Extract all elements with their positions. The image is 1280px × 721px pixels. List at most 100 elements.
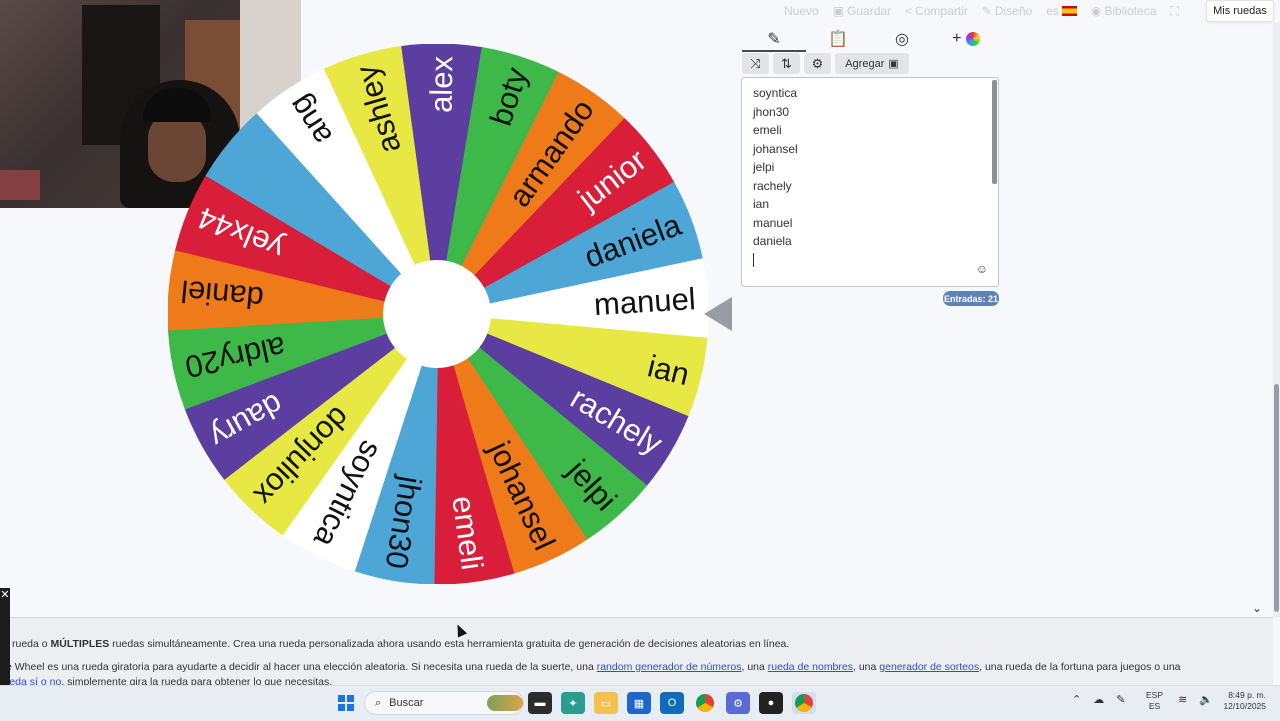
taskbar-search-placeholder: Buscar [389,697,424,709]
entries-list: soyntica jhon30 emeli johansel jelpi rachely i… [753,84,798,269]
desc-sep1: , una [741,661,768,673]
close-icon[interactable]: ✕ [0,588,10,685]
page-scrollbar[interactable] [1273,22,1280,617]
language-indicator[interactable]: ESP ES [1146,690,1163,712]
entry-item: manuel [753,215,793,230]
tab-edit[interactable]: ✎ [742,28,806,52]
wheel-slice-label: daniel [179,273,265,315]
link-random-number[interactable]: random generador de números [597,661,742,673]
desc-line2-suffix: , una rueda de la fortuna para juegos o … [979,661,1181,673]
page-scrollbar-thumb[interactable] [1274,384,1279,612]
windows-start-icon[interactable] [338,695,354,711]
nav-save-label: Guardar [847,4,892,18]
my-wheels-button[interactable]: Mis ruedas [1206,0,1274,22]
chevron-up-icon[interactable]: ⌃ [1072,693,1081,706]
desc-line2-prefix: e Wheel es una rueda giratoria para ayud… [6,661,597,673]
media-app-icon[interactable]: ● [759,692,783,714]
entries-scrollbar[interactable] [992,80,997,184]
fullscreen-icon: ⛶ [1170,3,1179,18]
color-wheel-icon [965,32,980,46]
entry-item: rachely [753,178,792,193]
nav-save[interactable]: ▣ Guardar [829,4,895,18]
entries-textarea[interactable]: soyntica jhon30 emeli johansel jelpi rachely i… [741,77,999,287]
image-icon: ▣ [888,58,899,70]
system-tray: ⌃ ☁ ✎ [1072,693,1125,706]
sort-icon: ⇅ [781,55,792,71]
share-icon: < [905,4,913,18]
entry-item: jhon30 [753,104,790,119]
chrome-app-icon[interactable] [693,692,717,714]
entry-item: jelpi [753,160,775,174]
store-app-icon[interactable]: ▦ [627,692,651,714]
pen-icon[interactable]: ✎ [1116,693,1125,706]
taskbar-apps: ▬ ✦ ▭ ▦ O ⚙ ● [528,692,816,714]
search-highlight-icon [487,695,523,711]
outlook-app-icon[interactable]: O [660,692,684,714]
language-top: ESP [1146,690,1164,700]
cloud-icon[interactable]: ☁ [1093,693,1104,706]
file-explorer-icon[interactable]: ▭ [594,692,618,714]
entry-item: johansel [753,141,798,156]
gear-icon: ⚙ [811,55,824,71]
spin-wheel[interactable]: manuel ian rachely jelpi johansel emeli jhon30… [168,44,708,584]
terminal-app-icon[interactable]: ▬ [528,692,552,714]
speaker-icon[interactable]: 🔈 [1199,693,1213,706]
nav-share[interactable]: < Compartir [901,4,972,18]
add-image-label: Agregar [845,57,885,70]
save-icon: ▣ [832,4,845,18]
tab-hide[interactable]: ◎ [870,28,934,50]
brush-icon: ✎ [981,4,992,18]
nav-library-label: Biblioteca [1104,4,1157,18]
panel-tabs: ✎ 📋 ◎ + [742,28,1000,52]
description-section: rueda o MÚLTIPLES ruedas simultáneamente… [0,617,1273,688]
add-image-button[interactable]: Agregar ▣ [835,53,909,74]
fullscreen-button[interactable]: ⛶ [1166,4,1182,19]
panel-toolbar: ⤨ ⇅ ⚙ Agregar ▣ [742,53,909,74]
settings-app-icon[interactable]: ⚙ [726,692,750,714]
desc-sep2: , una [853,661,880,673]
tab-add-wheel[interactable]: + [934,28,998,50]
wifi-icon[interactable]: ≋ [1178,693,1187,706]
copilot-app-icon[interactable]: ✦ [561,692,585,714]
entry-item: soyntica [753,86,798,100]
nav-language[interactable]: es [1042,4,1081,18]
sort-button[interactable]: ⇅ [773,53,800,74]
plus-icon: + [952,30,962,47]
shuffle-button[interactable]: ⤨ [742,53,769,74]
clock-time: 8:49 p. m. [1228,690,1266,700]
nav-new[interactable]: Nuevo [780,4,823,18]
description-line-2: e Wheel es una rueda giratoria para ayud… [6,661,1181,673]
link-raffle[interactable]: generador de sorteos [879,661,979,673]
clipboard-icon: 📋 [828,31,848,48]
search-icon: ⌕ [375,696,382,709]
desc-line1-bold: MÚLTIPLES [50,638,110,650]
entry-item: ian [753,197,770,211]
nav-design[interactable]: ✎ Diseño [978,4,1036,18]
pencil-icon: ✎ [767,31,781,48]
emoji-icon[interactable]: ☺ [976,262,988,276]
clock-date: 12/10/2025 [1223,701,1266,711]
wheel-slice-label: manuel [593,281,697,322]
entries-count-badge: Entradas: 21 [943,291,999,306]
tab-results[interactable]: 📋 [806,28,870,50]
desc-line1-prefix: rueda o [12,638,51,650]
taskbar-search[interactable]: ⌕ Buscar [364,691,524,715]
nav-share-label: Compartir [915,4,968,18]
wheel-center-hub[interactable] [383,260,491,368]
settings-button[interactable]: ⚙ [804,53,831,74]
globe-icon: ◉ [1090,4,1102,18]
link-name-wheel[interactable]: rueda de nombres [768,661,853,673]
chevron-down-icon[interactable]: ⌄ [1252,601,1262,615]
description-line-1: rueda o MÚLTIPLES ruedas simultáneamente… [12,638,789,650]
shuffle-icon: ⤨ [750,55,761,71]
nav-new-label: Nuevo [784,4,819,18]
wheel-svg[interactable]: manuelianrachelyjelpijohanselemelijhon30… [168,44,708,584]
taskbar-clock[interactable]: 8:49 p. m. 12/10/2025 [1216,690,1266,712]
nav-library[interactable]: ◉ Biblioteca [1087,4,1161,18]
spain-flag-icon [1061,6,1077,16]
windows-taskbar: ⌕ Buscar ▬ ✦ ▭ ▦ O ⚙ ● ⌃ ☁ ✎ ESP ES ≋ 🔈 8:… [0,685,1280,721]
system-tray-status: ≋ 🔈 [1178,693,1213,706]
entry-item: emeli [753,123,782,137]
entry-item: daniela [753,234,792,248]
chrome-active-app-icon[interactable] [792,692,816,714]
